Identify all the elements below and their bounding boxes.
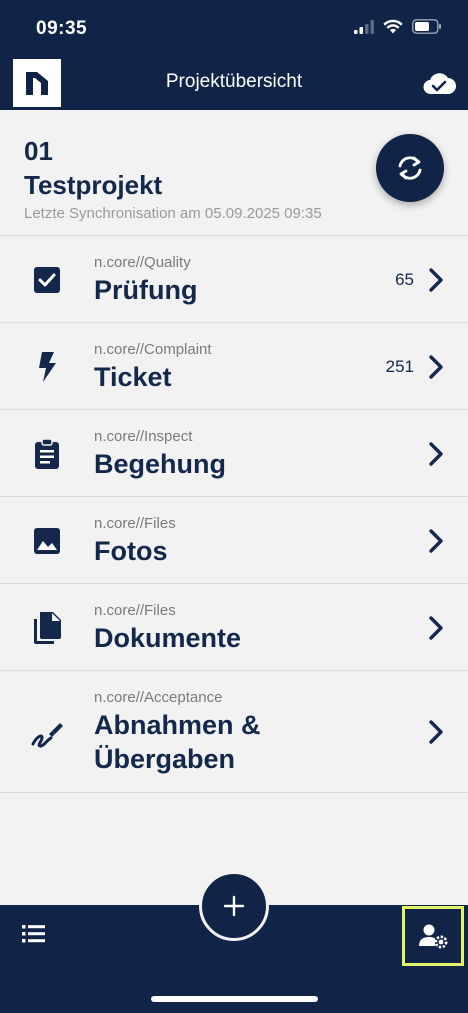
module-title: Abnahmen & Übergaben xyxy=(94,708,261,776)
module-row-fotos[interactable]: n.core//Files Fotos xyxy=(0,497,468,584)
checkbox-icon xyxy=(29,262,65,298)
module-title: Dokumente xyxy=(94,623,242,653)
sync-button[interactable] xyxy=(376,134,444,202)
module-title: Ticket xyxy=(94,362,172,392)
chevron-right-icon xyxy=(429,616,443,640)
wifi-icon xyxy=(383,19,403,34)
module-subtitle: n.core//Acceptance xyxy=(94,689,223,706)
chevron-right-icon xyxy=(429,442,443,466)
module-count: 251 xyxy=(385,357,414,376)
chevron-right-icon xyxy=(429,268,443,292)
user-settings-icon xyxy=(419,924,448,949)
module-subtitle: n.core//Quality xyxy=(94,254,191,271)
plus-icon xyxy=(223,895,245,917)
project-number: 01 xyxy=(24,136,53,166)
list-button[interactable] xyxy=(20,920,48,948)
status-icons xyxy=(354,19,442,34)
nav-bar: Projektübersicht xyxy=(0,56,468,110)
user-settings-button[interactable] xyxy=(402,906,464,966)
module-row-pruefung[interactable]: n.core//Quality Prüfung 65 xyxy=(0,236,468,323)
module-list: n.core//Quality Prüfung 65 n.core//Compl… xyxy=(0,236,468,793)
module-row-ticket[interactable]: n.core//Complaint Ticket 251 xyxy=(0,323,468,410)
page-title: Projektübersicht xyxy=(165,71,303,92)
chevron-right-icon xyxy=(429,529,443,553)
cloud-sync-button[interactable] xyxy=(422,68,456,98)
module-count: 65 xyxy=(395,270,414,289)
battery-icon xyxy=(412,19,441,34)
module-title: Prüfung xyxy=(94,275,198,305)
chevron-right-icon xyxy=(429,720,443,744)
module-title: Fotos xyxy=(94,536,168,566)
module-title: Begehung xyxy=(94,449,226,479)
module-subtitle: n.core//Files xyxy=(94,515,176,532)
status-bar: 09:35 xyxy=(0,0,468,56)
module-row-dokumente[interactable]: n.core//Files Dokumente xyxy=(0,584,468,671)
last-sync-info: Letzte Synchronisation am 05.09.2025 09:… xyxy=(24,205,322,222)
project-header: 01 Testprojekt Letzte Synchronisation am… xyxy=(0,110,468,236)
sync-icon xyxy=(398,156,422,180)
module-title-line1: Abnahmen & xyxy=(94,710,261,740)
home-indicator xyxy=(151,996,318,1002)
documents-icon xyxy=(29,610,65,646)
module-title-line2: Übergaben xyxy=(94,744,236,774)
module-subtitle: n.core//Complaint xyxy=(94,341,212,358)
clipboard-icon xyxy=(29,436,65,472)
module-row-abnahmen[interactable]: n.core//Acceptance Abnahmen & Übergaben xyxy=(0,671,468,793)
module-subtitle: n.core//Files xyxy=(94,602,176,619)
add-button[interactable] xyxy=(199,871,269,941)
signal-icon xyxy=(354,19,374,34)
image-icon xyxy=(29,523,65,559)
cloud-check-icon xyxy=(423,73,456,95)
lightning-icon xyxy=(29,349,65,385)
list-icon xyxy=(22,925,45,943)
module-subtitle: n.core//Inspect xyxy=(94,428,193,445)
module-row-begehung[interactable]: n.core//Inspect Begehung xyxy=(0,410,468,497)
signature-icon xyxy=(29,714,65,750)
status-time: 09:35 xyxy=(36,18,88,39)
project-name: Testprojekt xyxy=(24,170,163,200)
chevron-right-icon xyxy=(429,355,443,379)
